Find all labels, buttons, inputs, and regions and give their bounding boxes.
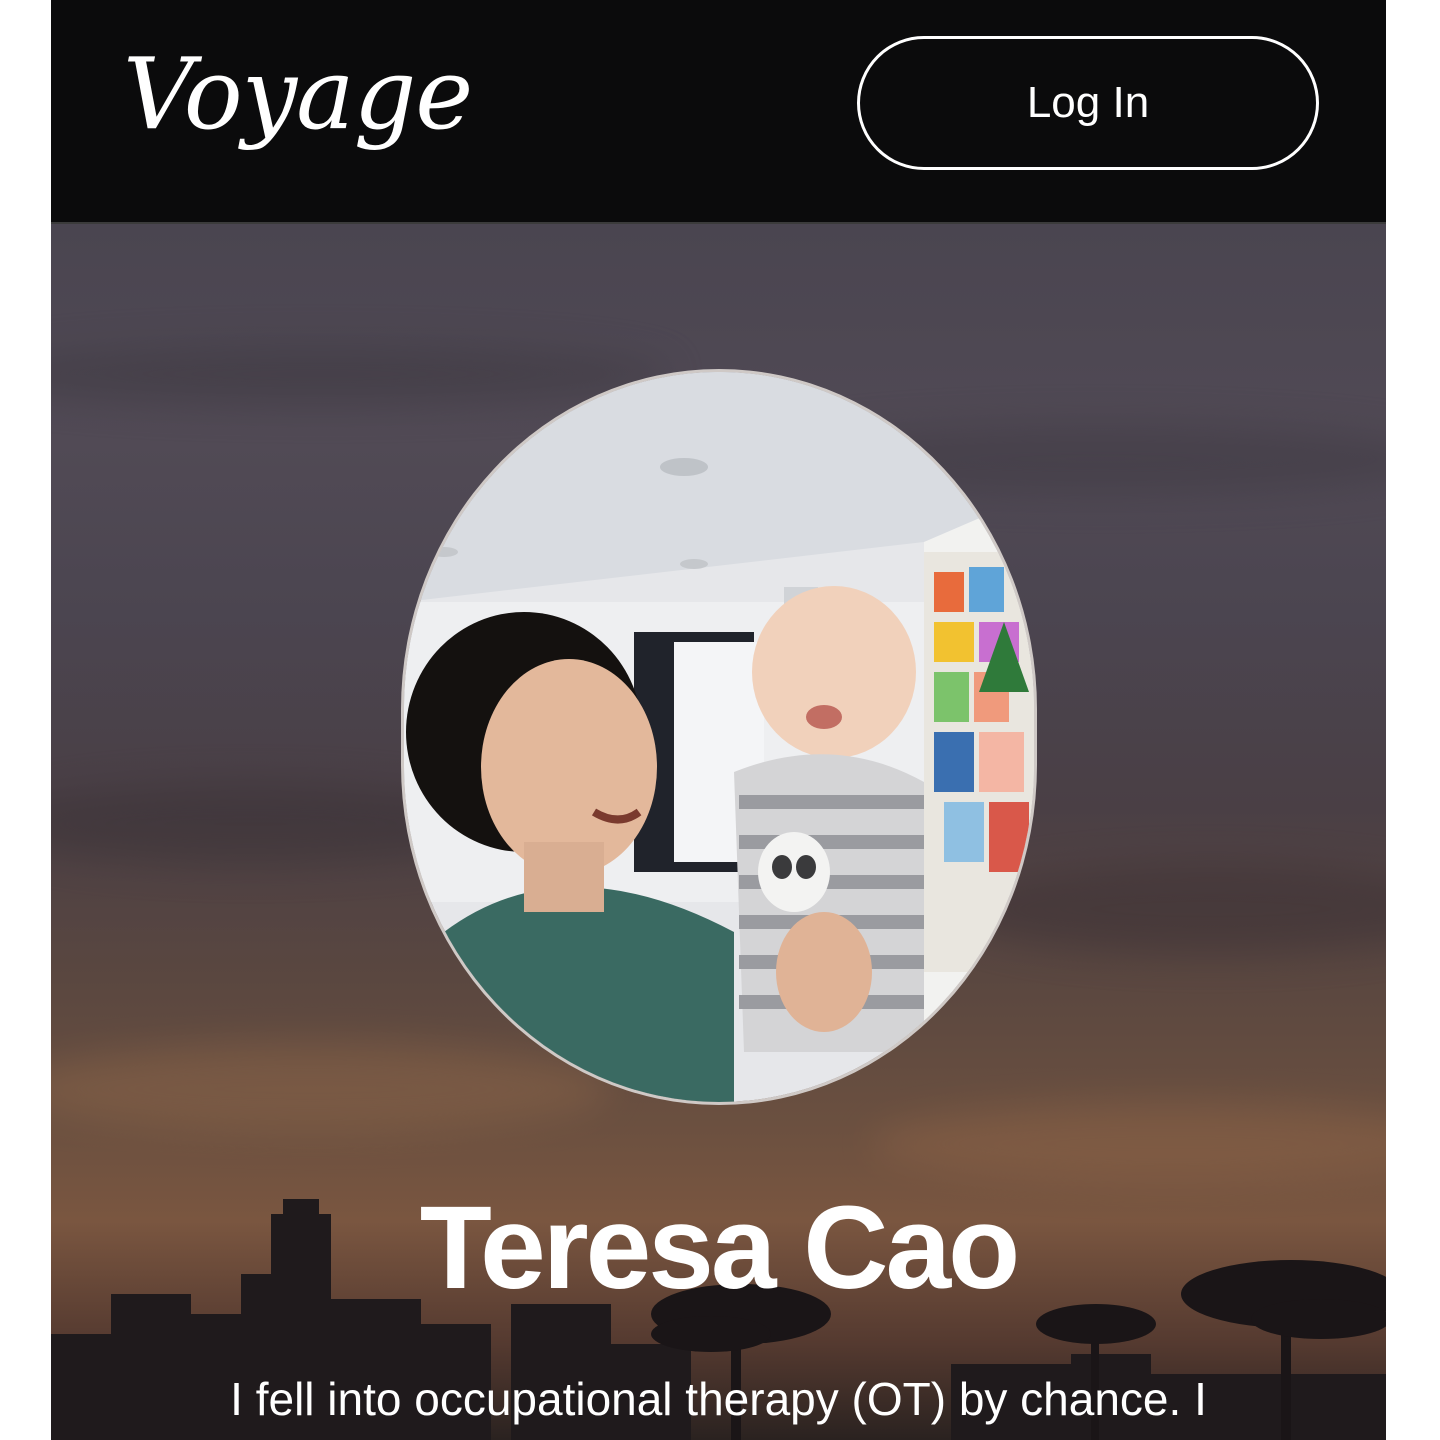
app-screen: Voyage Log In Teresa Cao I fell into occ… bbox=[51, 0, 1386, 1440]
profile-intro-text: I fell into occupational therapy (OT) by… bbox=[230, 1373, 1207, 1425]
log-in-button[interactable]: Log In bbox=[857, 36, 1319, 170]
hero-section: Teresa Cao I fell into occupational ther… bbox=[51, 224, 1386, 1440]
photo-scene bbox=[404, 372, 1034, 1102]
profile-name: Teresa Cao bbox=[419, 1182, 1020, 1314]
header-bar: Voyage Log In bbox=[51, 0, 1386, 224]
profile-photo[interactable] bbox=[401, 369, 1037, 1105]
voyage-logo[interactable]: Voyage bbox=[123, 38, 473, 152]
